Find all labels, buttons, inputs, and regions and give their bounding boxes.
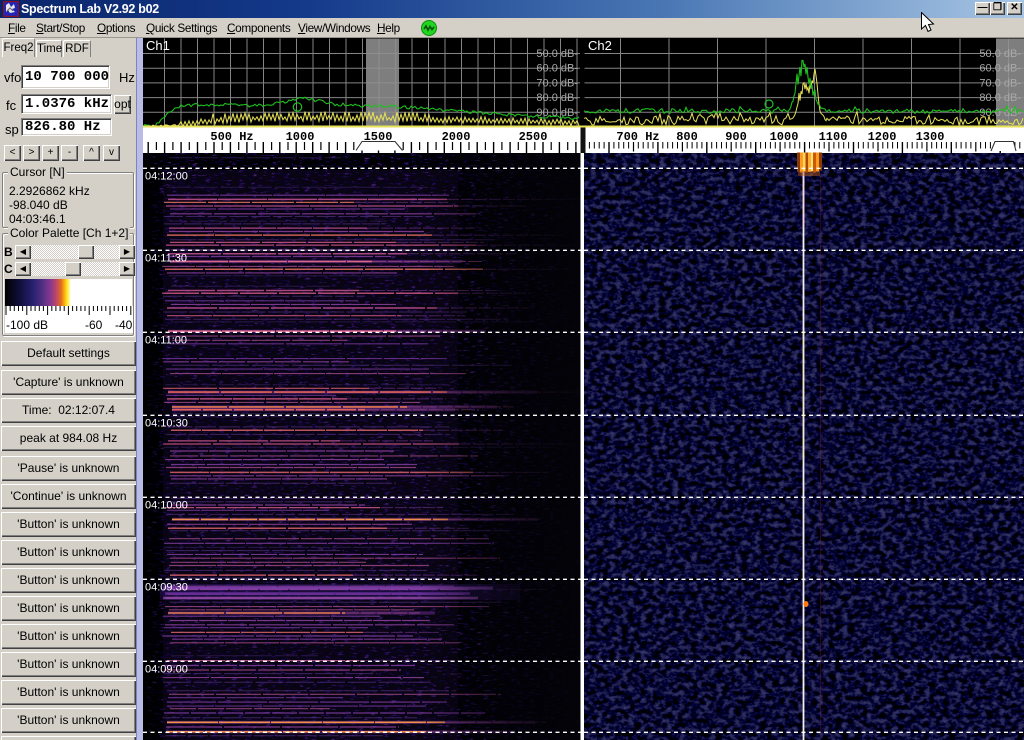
svg-text:04:11:30: 04:11:30	[145, 252, 187, 264]
svg-text:80.0 dB-: 80.0 dB-	[536, 92, 578, 104]
svg-text:1200: 1200	[868, 130, 897, 144]
svg-text:04:10:30: 04:10:30	[145, 417, 188, 429]
svg-text:800: 800	[676, 130, 698, 144]
svg-text:500 Hz: 500 Hz	[210, 130, 253, 144]
svg-text:80.0 dB-: 80.0 dB-	[979, 92, 1021, 104]
svg-text:70.0 dB-: 70.0 dB-	[536, 77, 578, 89]
svg-text:Ch2: Ch2	[588, 38, 612, 53]
svg-text:1300: 1300	[916, 130, 945, 144]
svg-text:1000: 1000	[770, 130, 799, 144]
svg-text:-100 dB: -100 dB	[6, 318, 48, 332]
svg-text:04:09:30: 04:09:30	[145, 581, 188, 593]
svg-text:04:12:00: 04:12:00	[145, 170, 188, 182]
svg-text:50.0 dB-: 50.0 dB-	[536, 48, 578, 60]
svg-text:Ch1: Ch1	[146, 38, 170, 53]
svg-text:1100: 1100	[819, 130, 848, 144]
svg-text:60.0 dB-: 60.0 dB-	[979, 63, 1021, 75]
svg-text:-40: -40	[115, 318, 133, 332]
svg-text:60.0 dB-: 60.0 dB-	[536, 63, 578, 75]
svg-text:04:11:00: 04:11:00	[145, 334, 187, 346]
svg-text:2000: 2000	[442, 130, 471, 144]
svg-text:1000: 1000	[286, 130, 315, 144]
svg-text:2500: 2500	[519, 130, 548, 144]
svg-text:-60: -60	[85, 318, 103, 332]
svg-text:70.0 dB-: 70.0 dB-	[979, 77, 1021, 89]
svg-text:900: 900	[725, 130, 747, 144]
svg-text:50.0 dB-: 50.0 dB-	[979, 48, 1021, 60]
svg-text:90.0 dB-: 90.0 dB-	[536, 107, 578, 119]
svg-text:04:10:00: 04:10:00	[145, 499, 188, 511]
svg-text:04:09:00: 04:09:00	[145, 663, 188, 675]
svg-text:700 Hz: 700 Hz	[616, 130, 659, 144]
